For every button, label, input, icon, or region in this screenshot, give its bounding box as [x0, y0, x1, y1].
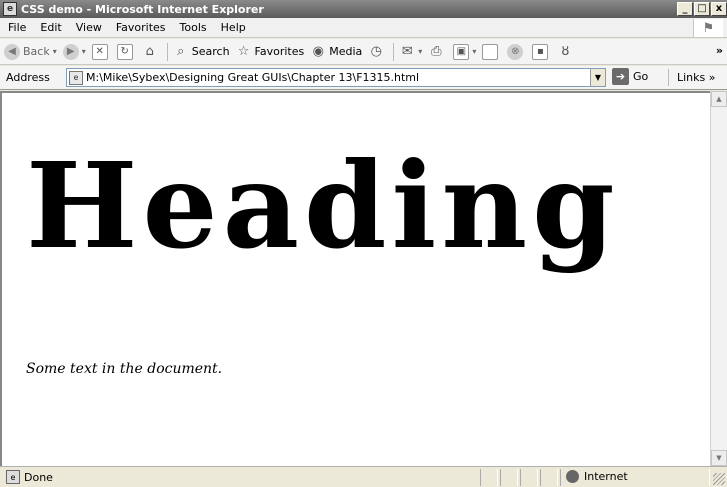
address-value[interactable]: M:\Mike\Sybex\Designing Great GUIs\Chapt… [86, 71, 590, 84]
history-button[interactable]: ◷ [368, 44, 387, 60]
scroll-down-arrow-icon[interactable]: ▼ [711, 450, 727, 466]
mail-icon: ✉ [401, 44, 413, 59]
print-icon: ⎙ [431, 44, 442, 59]
toolbar-separator [393, 42, 395, 61]
refresh-icon: ↻ [116, 43, 133, 60]
home-icon: ⌂ [145, 44, 154, 59]
back-dropdown-icon: ▾ [52, 47, 57, 56]
windows-flag-icon: ⚑ [693, 19, 723, 37]
media-button[interactable]: ◉ Media [310, 44, 363, 60]
status-bar: e Done Internet [0, 466, 727, 487]
menu-edit[interactable]: Edit [33, 21, 68, 34]
forward-arrow-icon: ▶ [62, 43, 79, 60]
address-input[interactable]: e M:\Mike\Sybex\Designing Great GUIs\Cha… [66, 68, 606, 87]
mail-button[interactable]: ✉ ▾ [399, 44, 422, 60]
window-title: CSS demo - Microsoft Internet Explorer [21, 2, 264, 16]
menu-help[interactable]: Help [214, 21, 253, 34]
stop-icon: ✕ [91, 43, 108, 60]
status-pane [520, 469, 538, 486]
page-icon: e [69, 70, 83, 85]
menu-bar: File Edit View Favorites Tools Help ⚑ [0, 18, 727, 38]
discuss-button[interactable] [482, 43, 501, 60]
address-label: Address [6, 71, 50, 84]
edit-icon: ▣ [453, 43, 470, 60]
toolbar-separator [166, 42, 168, 61]
search-label: Search [191, 45, 230, 58]
star-icon: ☆ [237, 44, 250, 59]
browser-window: e CSS demo - Microsoft Internet Explorer… [0, 0, 727, 487]
toolbar-overflow-chevron[interactable]: » [716, 44, 723, 57]
back-label: Back [23, 45, 50, 58]
forward-button[interactable]: ▶ ▾ [62, 43, 86, 60]
document-body-text: Some text in the document. [26, 361, 223, 377]
discuss-icon [482, 43, 499, 60]
resize-grip[interactable] [713, 473, 725, 485]
status-pane [540, 469, 558, 486]
menu-file[interactable]: File [0, 21, 33, 34]
standard-toolbar: ◀ Back ▾ ▶ ▾ ✕ ↻ ⌂ ⌕ Search ☆ Favorites … [0, 39, 727, 65]
zone-label: Internet [584, 470, 628, 483]
scroll-up-arrow-icon[interactable]: ▲ [711, 91, 727, 107]
media-icon: ◉ [312, 44, 324, 59]
messenger-icon: ▪ [532, 43, 549, 60]
research-button[interactable]: ⊗ [507, 43, 526, 60]
back-arrow-icon: ◀ [4, 43, 20, 60]
document-heading: Heading [26, 136, 620, 275]
address-bar: Address e M:\Mike\Sybex\Designing Great … [0, 66, 727, 90]
search-button[interactable]: ⌕ Search [173, 44, 230, 60]
forward-dropdown-icon: ▾ [81, 47, 86, 56]
print-button[interactable]: ⎙ [428, 44, 447, 60]
links-button[interactable]: Links » [677, 71, 715, 84]
history-icon: ◷ [370, 44, 382, 59]
globe-icon [566, 470, 579, 483]
menu-view[interactable]: View [69, 21, 109, 34]
edit-dropdown-icon: ▾ [472, 47, 477, 56]
stop-button[interactable]: ✕ [91, 43, 111, 60]
vertical-scrollbar[interactable]: ▲ ▼ [710, 91, 727, 466]
title-bar: e CSS demo - Microsoft Internet Explorer… [0, 0, 727, 18]
go-arrow-icon: ➔ [612, 68, 629, 85]
address-dropdown-icon[interactable]: ▼ [590, 69, 605, 86]
messenger-button[interactable]: ▪ [532, 43, 551, 60]
media-label: Media [329, 45, 363, 58]
status-pane [500, 469, 518, 486]
refresh-button[interactable]: ↻ [116, 43, 136, 60]
close-button[interactable]: x [711, 2, 727, 16]
window-controls: _ □ x [676, 2, 727, 16]
go-label: Go [633, 70, 649, 83]
back-button[interactable]: ◀ Back ▾ [4, 43, 57, 60]
security-zone: Internet [566, 470, 628, 483]
page-done-icon: e [6, 470, 20, 484]
mail-dropdown-icon: ▾ [418, 47, 423, 56]
bluetooth-icon: ȣ [561, 44, 570, 59]
status-pane [480, 469, 498, 486]
favorites-label: Favorites [254, 45, 305, 58]
research-icon: ⊗ [507, 43, 524, 60]
document-viewport: Heading Some text in the document. [0, 91, 710, 466]
links-separator [668, 69, 669, 86]
minimize-button[interactable]: _ [677, 2, 693, 16]
go-button[interactable]: ➔ Go [612, 68, 648, 85]
maximize-button[interactable]: □ [694, 2, 710, 16]
ie-logo-icon: e [3, 2, 17, 16]
bluetooth-button[interactable]: ȣ [557, 44, 576, 60]
edit-button[interactable]: ▣ ▾ [453, 43, 477, 60]
home-button[interactable]: ⌂ [142, 44, 161, 60]
menu-favorites[interactable]: Favorites [109, 21, 173, 34]
favorites-button[interactable]: ☆ Favorites [236, 44, 305, 60]
status-text: Done [24, 470, 53, 484]
menu-tools[interactable]: Tools [173, 21, 214, 34]
search-icon: ⌕ [177, 44, 185, 59]
